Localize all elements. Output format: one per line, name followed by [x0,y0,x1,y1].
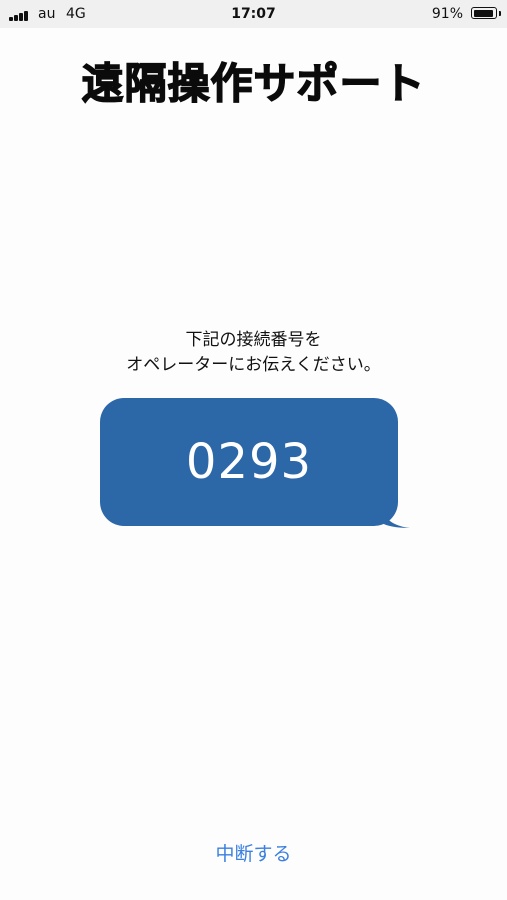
page-title: 遠隔操作サポート [81,58,426,108]
battery-cap [499,11,501,16]
cancel-button[interactable]: 中断する [0,840,507,868]
connection-code-bubble: 0293 [100,398,410,528]
connection-code: 0293 [185,434,313,490]
instruction-line-2: オペレーターにお伝えください。 [126,355,381,375]
battery-icon [471,7,497,19]
status-bar: au 4G 17:07 91% [0,0,507,28]
battery-percent: 91% [431,6,463,22]
instruction-line-1: 下記の接続番号を [185,330,322,350]
battery-fill [473,9,493,17]
instruction-text: 下記の接続番号を オペレーターにお伝えください。 [0,328,507,378]
